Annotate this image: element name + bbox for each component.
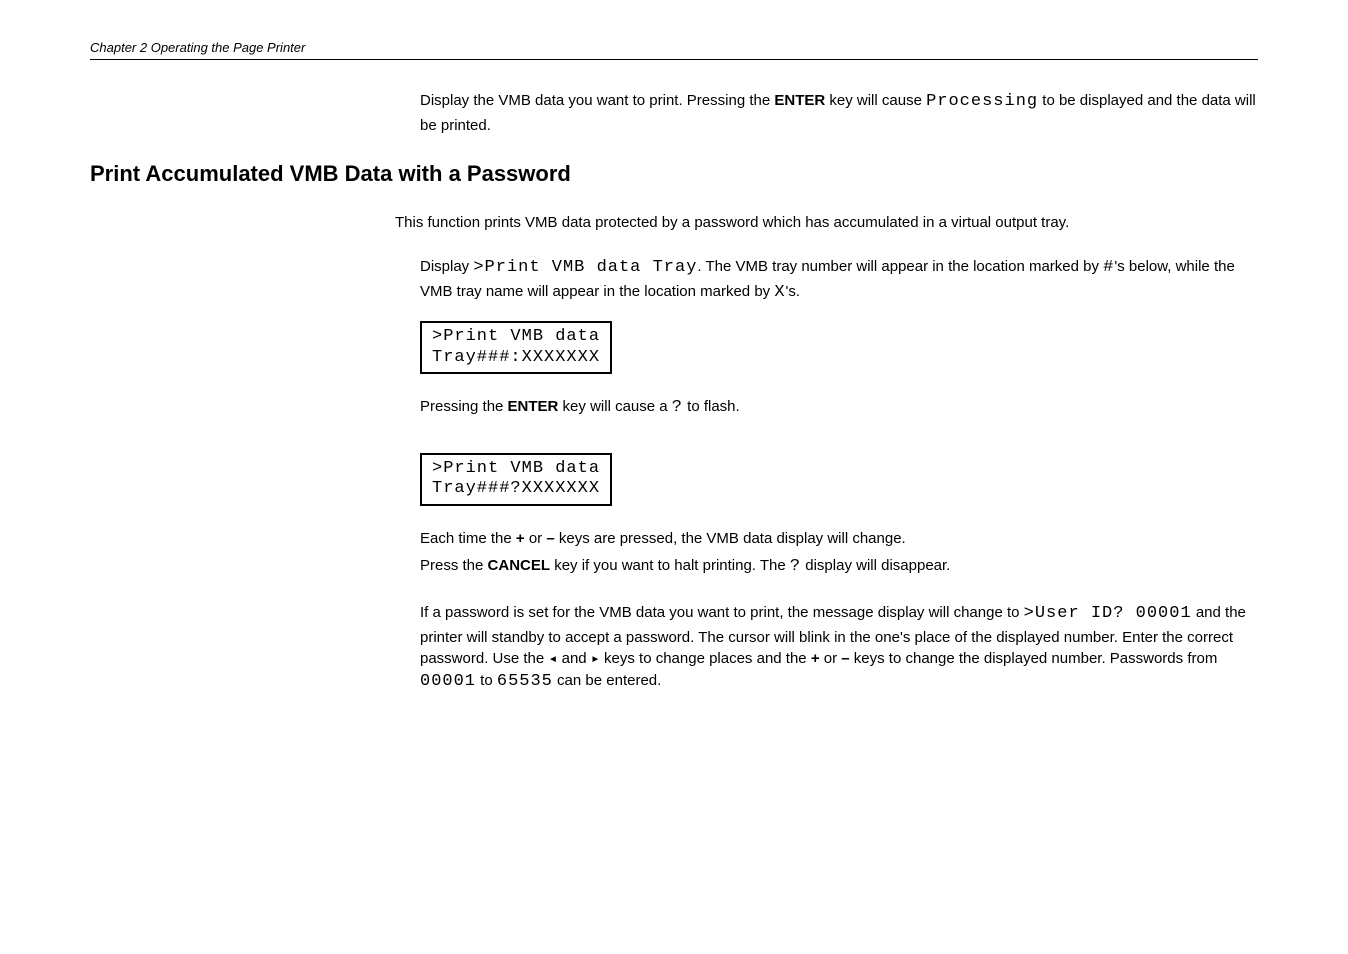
press-cancel-1: Press the xyxy=(420,557,488,574)
press-cancel-3: display will disappear. xyxy=(801,557,950,574)
step-display-block: Display >Print VMB data Tray. The VMB tr… xyxy=(420,256,1258,695)
user-id-cmd: >User ID? 00001 xyxy=(1024,604,1192,623)
lcd1-line2: Tray###:XXXXXXX xyxy=(432,348,600,367)
each-time-1: Each time the xyxy=(420,530,516,547)
right-arrow-icon: ▸ xyxy=(591,649,600,667)
password-and: and xyxy=(557,650,590,667)
press-cancel-2: key if you want to halt printing. The xyxy=(550,557,790,574)
minus-key: – xyxy=(546,530,554,547)
press-enter-3: to flash. xyxy=(683,398,740,415)
enter-key-label: ENTER xyxy=(774,92,825,109)
intro-text-2: key will cause xyxy=(825,92,926,109)
question-symbol: ? xyxy=(672,398,683,417)
chapter-header: Chapter 2 Operating the Page Printer xyxy=(90,40,1258,55)
lead-paragraph: This function prints VMB data protected … xyxy=(395,212,1258,234)
processing-text: Processing xyxy=(926,92,1038,111)
section-title: Print Accumulated VMB Data with a Passwo… xyxy=(90,161,1258,187)
x-symbol: X xyxy=(774,283,785,302)
lcd-box-2: >Print VMB data Tray###?XXXXXXX xyxy=(420,453,612,506)
password-1: If a password is set for the VMB data yo… xyxy=(420,604,1024,621)
password-5: can be entered. xyxy=(553,672,661,689)
plus-key-2: + xyxy=(811,650,820,667)
display-text-2: . The VMB tray number will appear in the… xyxy=(697,258,1103,275)
password-4: keys to change the displayed number. Pas… xyxy=(850,650,1218,667)
header-rule xyxy=(90,59,1258,60)
press-enter-1: Pressing the xyxy=(420,398,508,415)
password-or: or xyxy=(820,650,842,667)
intro-text-1: Display the VMB data you want to print. … xyxy=(420,92,774,109)
pw-from: 00001 xyxy=(420,672,476,691)
each-time-2: or xyxy=(525,530,547,547)
lcd2-line1: >Print VMB data xyxy=(432,459,600,478)
password-to: to xyxy=(476,672,497,689)
press-enter-2: key will cause a xyxy=(558,398,671,415)
display-cmd: >Print VMB data Tray xyxy=(473,258,697,277)
hash-symbol: # xyxy=(1103,258,1114,277)
pw-to: 65535 xyxy=(497,672,553,691)
lead-text: This function prints VMB data protected … xyxy=(395,212,1258,234)
plus-key: + xyxy=(516,530,525,547)
question-symbol-2: ? xyxy=(790,557,801,576)
each-time-3: keys are pressed, the VMB data display w… xyxy=(555,530,906,547)
minus-key-2: – xyxy=(841,650,849,667)
lcd2-line2: Tray###?XXXXXXX xyxy=(432,479,600,498)
password-3: keys to change places and the xyxy=(600,650,811,667)
lcd-box-1: >Print VMB data Tray###:XXXXXXX xyxy=(420,321,612,374)
lcd1-line1: >Print VMB data xyxy=(432,327,600,346)
cancel-key-label: CANCEL xyxy=(488,557,551,574)
intro-paragraph: Display the VMB data you want to print. … xyxy=(420,90,1258,136)
enter-key-label-2: ENTER xyxy=(508,398,559,415)
display-text-1: Display xyxy=(420,258,473,275)
display-text-4: 's. xyxy=(786,283,801,300)
